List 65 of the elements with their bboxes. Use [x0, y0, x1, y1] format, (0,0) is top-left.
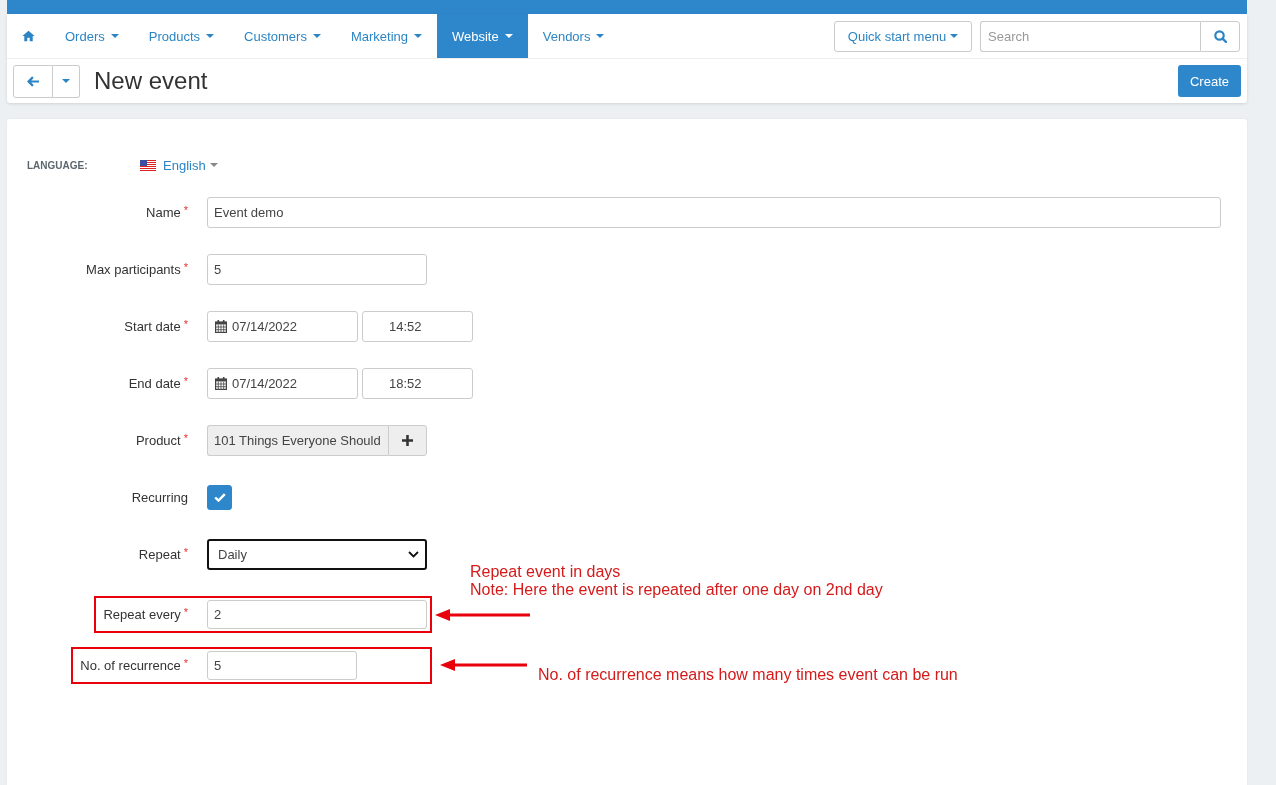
text-input[interactable]: 5 — [207, 650, 357, 680]
required-mark: * — [183, 261, 188, 273]
caret-icon — [209, 163, 218, 167]
repeat-select[interactable]: Daily — [207, 539, 427, 570]
add-button[interactable] — [388, 425, 427, 456]
required-mark: * — [183, 204, 188, 216]
checkbox[interactable] — [207, 485, 232, 510]
time-field[interactable]: 14:52 — [362, 311, 473, 342]
search-icon — [1213, 29, 1227, 43]
search-button[interactable] — [1200, 20, 1240, 52]
annotation-text: Repeat event in days — [470, 563, 622, 581]
plus-icon — [402, 435, 413, 446]
field-label: Name — [146, 205, 181, 220]
field-label: Product — [135, 433, 181, 448]
home-icon — [22, 30, 35, 42]
search-field[interactable]: Search — [980, 20, 1200, 52]
field-label: End date — [128, 376, 181, 391]
caret-icon — [206, 34, 215, 38]
field-label: Recurring — [131, 490, 188, 505]
nav-tab[interactable]: Website — [437, 14, 528, 58]
nav-tab[interactable]: Products — [133, 14, 230, 58]
nav-tab[interactable]: Vendors — [527, 14, 620, 58]
language-dropdown[interactable]: English — [163, 157, 218, 173]
time-field[interactable]: 18:52 — [362, 368, 473, 399]
flag-icon — [140, 159, 156, 171]
required-mark: * — [183, 375, 188, 387]
calendar-icon — [215, 377, 227, 390]
page-title: New event — [94, 67, 208, 95]
field-label: No. of recurrence — [80, 657, 181, 673]
create-button[interactable]: Create — [1177, 65, 1241, 97]
chevron-down-icon — [408, 551, 419, 558]
field-label: Repeat every — [103, 607, 181, 622]
required-mark: * — [183, 432, 188, 444]
caret-icon — [312, 34, 321, 38]
check-icon — [213, 493, 226, 502]
product-field[interactable]: 101 Things Everyone Should — [207, 425, 388, 456]
back-arrow-icon — [27, 75, 39, 87]
caret-icon — [504, 34, 513, 38]
text-input[interactable]: 2 — [207, 600, 427, 629]
required-mark: * — [183, 546, 188, 558]
caret-icon — [414, 34, 422, 38]
back-button[interactable] — [13, 64, 53, 98]
nav-tab[interactable]: Orders — [50, 14, 134, 58]
text-input[interactable]: Event demo — [207, 197, 1221, 228]
caret-icon — [596, 34, 605, 38]
required-mark: * — [183, 656, 188, 669]
annotation-text: Note: Here the event is repeated after one day on 2nd day — [470, 581, 883, 599]
quick-start-button[interactable]: Quick start menu — [834, 20, 972, 52]
field-label: Start date — [124, 319, 181, 334]
caret-icon — [950, 34, 959, 38]
dropdown-toggle[interactable] — [53, 64, 80, 98]
language-label: LANGUAGE: — [27, 159, 89, 171]
text-input[interactable]: 5 — [207, 254, 427, 285]
required-mark: * — [183, 606, 188, 618]
field-label: Max participants — [86, 262, 181, 277]
caret-icon — [110, 34, 119, 38]
required-mark: * — [183, 318, 188, 330]
date-field[interactable]: 07/14/2022 — [207, 311, 358, 342]
calendar-icon — [215, 320, 227, 333]
field-label: Repeat — [138, 547, 181, 562]
date-field[interactable]: 07/14/2022 — [207, 368, 358, 399]
annotation-text: No. of recurrence means how many times event can be run — [538, 666, 958, 684]
caret-icon — [62, 79, 70, 83]
nav-tab[interactable]: Customers — [229, 14, 336, 58]
nav-tab[interactable]: Marketing — [335, 14, 437, 58]
